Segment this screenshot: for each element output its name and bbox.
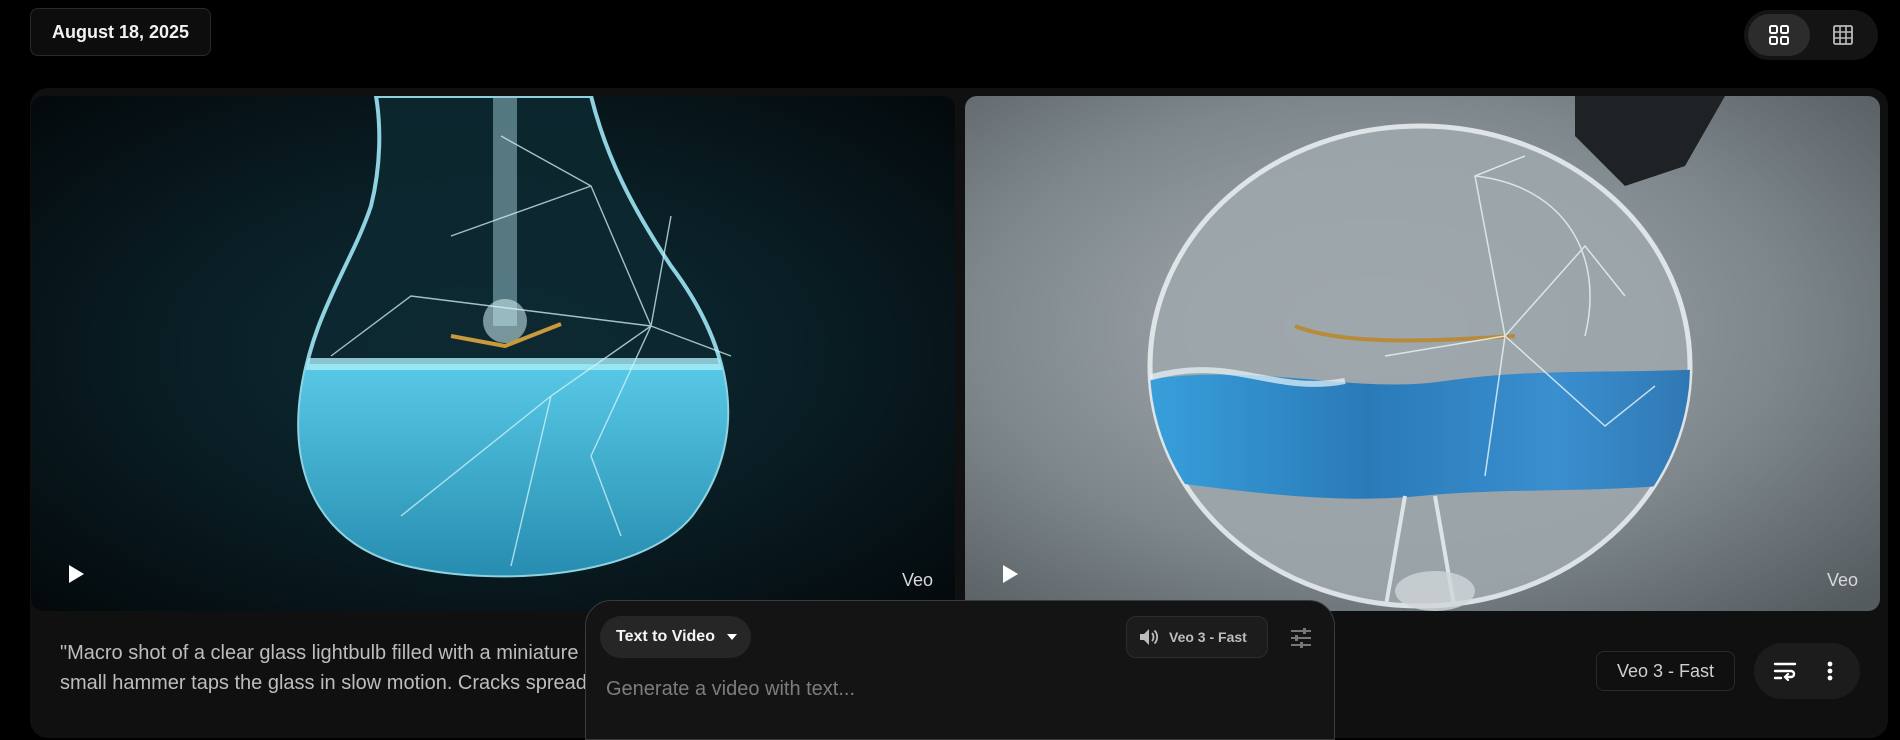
play-icon xyxy=(1003,565,1018,583)
prompt-line-2: small hammer taps the glass in slow moti… xyxy=(60,672,587,694)
model-chip: Veo 3 - Fast xyxy=(1596,651,1736,691)
caret-down-icon xyxy=(726,634,737,640)
play-button[interactable] xyxy=(995,559,1025,589)
sliders-icon xyxy=(1291,628,1311,648)
grid-large-view-button[interactable] xyxy=(1748,14,1810,56)
video-thumbnail-1[interactable]: Veo xyxy=(31,96,955,611)
more-vert-icon xyxy=(1827,661,1832,681)
veo-badge: Veo xyxy=(1826,570,1858,590)
date-chip: August 18, 2025 xyxy=(30,8,212,56)
lightbulb-water-image xyxy=(31,96,955,611)
more-options-button[interactable] xyxy=(1810,651,1850,691)
prompt-line-1: "Macro shot of a clear glass lightbulb f… xyxy=(60,642,579,664)
prompt-text: "Macro shot of a clear glass lightbulb f… xyxy=(60,638,600,718)
video-thumbnail-2[interactable]: Veo xyxy=(965,96,1880,611)
reuse-prompt-icon xyxy=(1773,662,1796,681)
grid-2x2-icon xyxy=(1769,25,1789,45)
model-select-label: Veo 3 - Fast xyxy=(1169,629,1247,645)
speaker-icon xyxy=(1140,629,1159,645)
grid-small-view-button[interactable] xyxy=(1812,14,1874,56)
view-toggle xyxy=(1744,10,1878,60)
veo-badge: Veo xyxy=(901,570,933,590)
play-button[interactable] xyxy=(61,559,91,589)
prompt-input[interactable] xyxy=(604,673,1308,705)
play-icon xyxy=(69,565,84,583)
shattering-lightbulb-image xyxy=(965,96,1880,611)
result-actions xyxy=(1754,643,1860,699)
prompt-composer: Text to Video Veo 3 - Fast xyxy=(585,600,1335,740)
grid-3x3-icon xyxy=(1833,25,1853,45)
reuse-prompt-button[interactable] xyxy=(1765,651,1805,691)
model-select[interactable]: Veo 3 - Fast xyxy=(1126,616,1268,658)
mode-select[interactable]: Text to Video xyxy=(600,616,751,658)
mode-label: Text to Video xyxy=(616,628,715,645)
settings-button[interactable] xyxy=(1286,623,1316,653)
